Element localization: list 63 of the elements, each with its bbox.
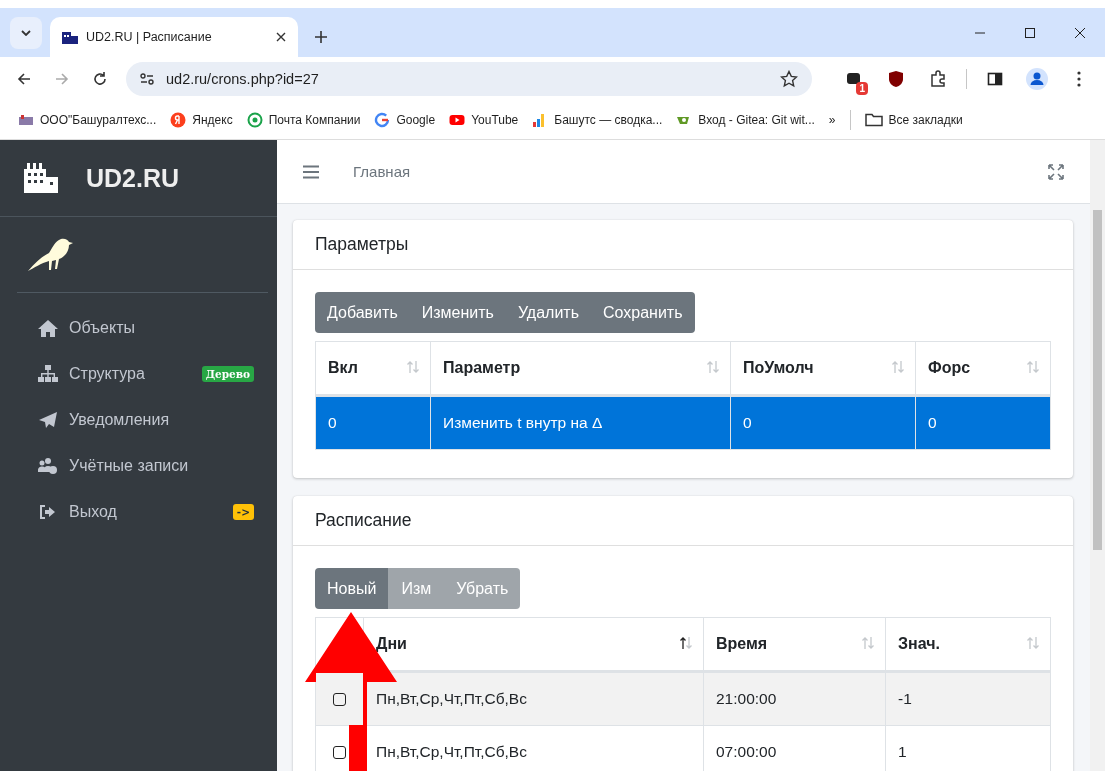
row-checkbox[interactable] bbox=[333, 746, 346, 760]
bookmark-link[interactable]: Башутс — сводка... bbox=[532, 111, 663, 128]
bookmark-link[interactable]: Почта Компании bbox=[246, 111, 361, 128]
toolbar-button[interactable]: Добавить bbox=[315, 292, 410, 333]
all-bookmarks-button[interactable]: Все закладки bbox=[864, 112, 963, 127]
profile-icon[interactable] bbox=[1026, 67, 1048, 90]
sort-icon[interactable] bbox=[679, 636, 693, 650]
more-bookmarks-button[interactable]: » bbox=[828, 112, 836, 127]
menu-badge: -> bbox=[232, 504, 254, 520]
chevron-down-icon bbox=[21, 29, 31, 36]
bookmark-link[interactable]: ООО"Башуралтехс... bbox=[18, 111, 157, 128]
home-link[interactable]: Главная bbox=[353, 163, 411, 180]
table-cell: 0 bbox=[315, 395, 431, 450]
address-bar[interactable]: ud2.ru/crons.php?id=27 bbox=[126, 61, 812, 96]
letter-icon bbox=[170, 111, 187, 128]
puzzle-icon[interactable] bbox=[929, 69, 947, 88]
folder-icon bbox=[864, 112, 883, 127]
table-cell: -1 bbox=[885, 671, 1051, 726]
table-cell: 21:00:00 bbox=[703, 671, 886, 726]
bookmark-link[interactable]: Google bbox=[374, 111, 436, 128]
menu-icon[interactable] bbox=[1077, 70, 1081, 87]
toolbar-button[interactable]: Сохранить bbox=[591, 292, 695, 333]
card-title: Параметры bbox=[315, 234, 409, 255]
table-cell: 0 bbox=[915, 395, 1051, 450]
menu-badge: Дерево bbox=[201, 366, 254, 382]
bird-icon bbox=[27, 236, 73, 273]
extension-icon[interactable] bbox=[846, 70, 862, 87]
table-cell: Изменить t внутр на Δ bbox=[430, 395, 731, 450]
table-cell: 0 bbox=[730, 395, 916, 450]
sidebar-item[interactable]: Выход -> bbox=[35, 493, 252, 531]
close-icon[interactable] bbox=[276, 32, 286, 42]
back-icon[interactable] bbox=[16, 70, 32, 87]
sidebar-item[interactable]: Уведомления bbox=[35, 401, 252, 439]
fullscreen-icon[interactable] bbox=[1048, 163, 1064, 180]
target-icon bbox=[246, 111, 263, 128]
star-icon[interactable] bbox=[780, 69, 798, 88]
tab-title: UD2.RU | Расписание bbox=[86, 30, 213, 44]
building-icon bbox=[62, 30, 78, 44]
sidebar-item[interactable]: Структура Дерево bbox=[35, 355, 252, 393]
toolbar-button[interactable]: Удалить bbox=[505, 292, 591, 333]
tab-list-button[interactable] bbox=[10, 16, 42, 49]
site-settings-icon[interactable] bbox=[140, 72, 154, 85]
sidebar-item[interactable]: Объекты bbox=[35, 309, 252, 347]
bookmark-link[interactable]: YouTube bbox=[449, 111, 519, 128]
bookmark-link[interactable]: Яндекс bbox=[170, 111, 233, 128]
toolbar-button[interactable]: Новый bbox=[315, 568, 389, 609]
maximize-icon[interactable] bbox=[1024, 26, 1036, 39]
card-title: Расписание bbox=[315, 510, 412, 531]
shield-icon[interactable] bbox=[888, 69, 904, 88]
sidebar-item[interactable]: Учётные записи bbox=[35, 447, 252, 485]
letter-icon bbox=[374, 111, 391, 128]
browser-tab[interactable]: UD2.RU | Расписание bbox=[50, 17, 298, 57]
side-panel-icon[interactable] bbox=[987, 70, 1003, 87]
notification-badge: 1 bbox=[856, 81, 868, 95]
row-checkbox[interactable] bbox=[333, 693, 346, 707]
reload-icon[interactable] bbox=[92, 70, 108, 87]
toolbar-button[interactable]: Изменить bbox=[409, 292, 506, 333]
building-icon bbox=[24, 163, 60, 193]
sitemap-icon bbox=[35, 365, 61, 383]
close-icon[interactable] bbox=[1074, 26, 1086, 39]
plus-icon[interactable] bbox=[314, 30, 328, 44]
bookmark-link[interactable]: Вход - Gitea: Git wit... bbox=[676, 111, 815, 128]
brand-name[interactable]: UD2.RU bbox=[86, 163, 180, 193]
